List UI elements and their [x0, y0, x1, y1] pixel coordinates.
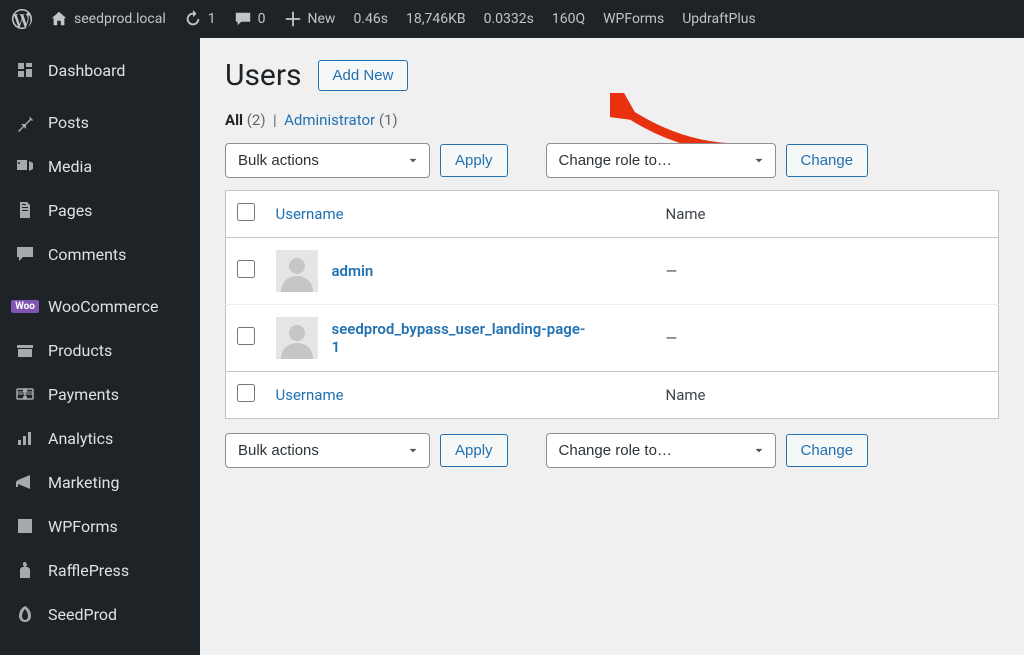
stat-queries[interactable]: 160Q: [552, 11, 585, 27]
select-all-checkbox[interactable]: [237, 203, 255, 221]
bulk-actions-select-bottom[interactable]: Bulk actions: [225, 433, 430, 468]
sidebar-item-wpforms[interactable]: WPForms: [0, 504, 200, 548]
sidebar-item-label: Payments: [48, 385, 119, 404]
sidebar-item-label: Products: [48, 341, 112, 360]
sidebar-item-label: Dashboard: [48, 61, 125, 80]
top-controls: Bulk actions Apply Change role to… Chang…: [225, 143, 999, 178]
site-home[interactable]: seedprod.local: [50, 10, 166, 28]
sidebar-item-label: Media: [48, 157, 92, 176]
avatar: [276, 317, 318, 359]
users-table: Username Name admin —: [225, 190, 999, 419]
comments-count: 0: [258, 11, 266, 27]
row-checkbox[interactable]: [237, 327, 255, 345]
name-cell: —: [666, 329, 678, 347]
username-link[interactable]: seedprod_bypass_user_landing-page-1: [332, 320, 592, 356]
col-name-header: Name: [666, 205, 706, 223]
sidebar-item-label: RafflePress: [48, 561, 129, 580]
sidebar-item-payments[interactable]: Payments: [0, 372, 200, 416]
page-title: Users: [225, 58, 302, 93]
refresh-item[interactable]: 1: [184, 10, 216, 28]
name-cell: —: [666, 262, 678, 280]
sidebar-item-dashboard[interactable]: Dashboard: [0, 48, 200, 92]
sidebar-item-label: Comments: [48, 245, 126, 264]
home-icon: [50, 10, 68, 28]
pages-icon: [14, 199, 36, 221]
new-item[interactable]: New: [284, 10, 336, 28]
sidebar-item-label: Posts: [48, 113, 89, 132]
user-filter-links: All (2) | Administrator (1): [225, 111, 999, 129]
table-row: seedprod_bypass_user_landing-page-1 —: [226, 305, 999, 372]
change-button-bottom[interactable]: Change: [786, 434, 869, 467]
sidebar-item-label: WooCommerce: [48, 297, 158, 316]
change-role-select-bottom[interactable]: Change role to…: [546, 433, 776, 468]
col-username-header[interactable]: Username: [276, 205, 344, 223]
wordpress-icon: [12, 9, 32, 29]
dashboard-icon: [14, 59, 36, 81]
wp-logo[interactable]: [12, 9, 32, 29]
bulk-actions-select[interactable]: Bulk actions: [225, 143, 430, 178]
sidebar-item-pages[interactable]: Pages: [0, 188, 200, 232]
seedprod-icon: [14, 603, 36, 625]
pin-icon: [14, 111, 36, 133]
wpforms-icon: [14, 515, 36, 537]
sidebar-item-label: Marketing: [48, 473, 119, 492]
main-content: Users Add New All (2) | Administrator (1…: [200, 38, 1024, 655]
toolbar-wpforms[interactable]: WPForms: [603, 11, 664, 27]
avatar: [276, 250, 318, 292]
sidebar-item-label: Analytics: [48, 429, 113, 448]
change-role-select[interactable]: Change role to…: [546, 143, 776, 178]
sidebar-item-media[interactable]: Media: [0, 144, 200, 188]
add-new-button[interactable]: Add New: [318, 60, 409, 91]
sidebar-item-marketing[interactable]: Marketing: [0, 460, 200, 504]
col-name-footer: Name: [666, 386, 706, 404]
comments-item[interactable]: 0: [234, 10, 266, 28]
row-checkbox[interactable]: [237, 260, 255, 278]
filter-all-count: (2): [247, 111, 266, 129]
comments-icon: [14, 243, 36, 265]
analytics-icon: [14, 427, 36, 449]
sidebar-item-label: WPForms: [48, 517, 118, 536]
stat-time[interactable]: 0.46s: [353, 11, 388, 27]
marketing-icon: [14, 471, 36, 493]
sidebar-item-comments[interactable]: Comments: [0, 232, 200, 276]
sidebar-item-woocommerce[interactable]: Woo WooCommerce: [0, 284, 200, 328]
payments-icon: [14, 383, 36, 405]
sidebar-item-label: Pages: [48, 201, 92, 220]
admin-sidebar: Dashboard Posts Media Pages Comments Woo…: [0, 38, 200, 655]
toolbar-updraftplus[interactable]: UpdraftPlus: [682, 11, 756, 27]
sidebar-item-seedprod[interactable]: SeedProd: [0, 592, 200, 636]
filter-administrator[interactable]: Administrator: [284, 111, 375, 129]
sidebar-item-posts[interactable]: Posts: [0, 100, 200, 144]
media-icon: [14, 155, 36, 177]
col-username-footer[interactable]: Username: [276, 386, 344, 404]
select-all-checkbox-bottom[interactable]: [237, 384, 255, 402]
woo-icon: Woo: [14, 295, 36, 317]
apply-button[interactable]: Apply: [440, 144, 508, 177]
rafflepress-icon: [14, 559, 36, 581]
bottom-controls: Bulk actions Apply Change role to… Chang…: [225, 433, 999, 468]
apply-button-bottom[interactable]: Apply: [440, 434, 508, 467]
admin-toolbar: seedprod.local 1 0 New 0.46s 18,746KB 0.…: [0, 0, 1024, 38]
filter-all[interactable]: All: [225, 111, 243, 129]
products-icon: [14, 339, 36, 361]
sidebar-item-products[interactable]: Products: [0, 328, 200, 372]
comment-icon: [234, 10, 252, 28]
filter-admin-count: (1): [379, 111, 398, 129]
sidebar-item-analytics[interactable]: Analytics: [0, 416, 200, 460]
table-row: admin —: [226, 238, 999, 305]
username-link[interactable]: admin: [332, 262, 374, 280]
new-label: New: [308, 11, 336, 27]
change-button[interactable]: Change: [786, 144, 869, 177]
stat-db[interactable]: 0.0332s: [484, 11, 534, 27]
stat-memory[interactable]: 18,746KB: [406, 11, 466, 27]
plus-icon: [284, 10, 302, 28]
sidebar-item-label: SeedProd: [48, 605, 117, 624]
site-name: seedprod.local: [74, 11, 166, 27]
sidebar-item-rafflepress[interactable]: RafflePress: [0, 548, 200, 592]
refresh-count: 1: [208, 11, 216, 27]
refresh-icon: [184, 10, 202, 28]
